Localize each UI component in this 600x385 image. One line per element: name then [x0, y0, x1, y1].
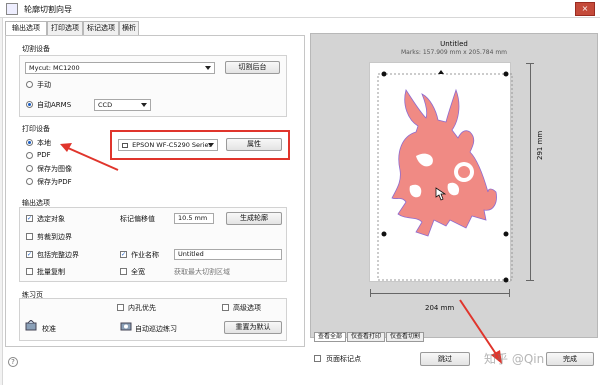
annotation-arrows — [60, 143, 502, 364]
page-marks-checkbox[interactable] — [314, 355, 321, 362]
annotation-arrow-head — [60, 143, 72, 152]
watermark-text: 知乎 @Qin — [484, 352, 545, 366]
annotation-arrow-line — [459, 299, 497, 355]
help-icon[interactable]: ? — [8, 357, 18, 367]
page-marks-label: 页面标记点 — [326, 355, 361, 363]
finish-button[interactable]: 完成 — [546, 352, 594, 366]
skip-button[interactable]: 跳过 — [420, 352, 470, 366]
annotation-arrow-line — [67, 147, 119, 171]
